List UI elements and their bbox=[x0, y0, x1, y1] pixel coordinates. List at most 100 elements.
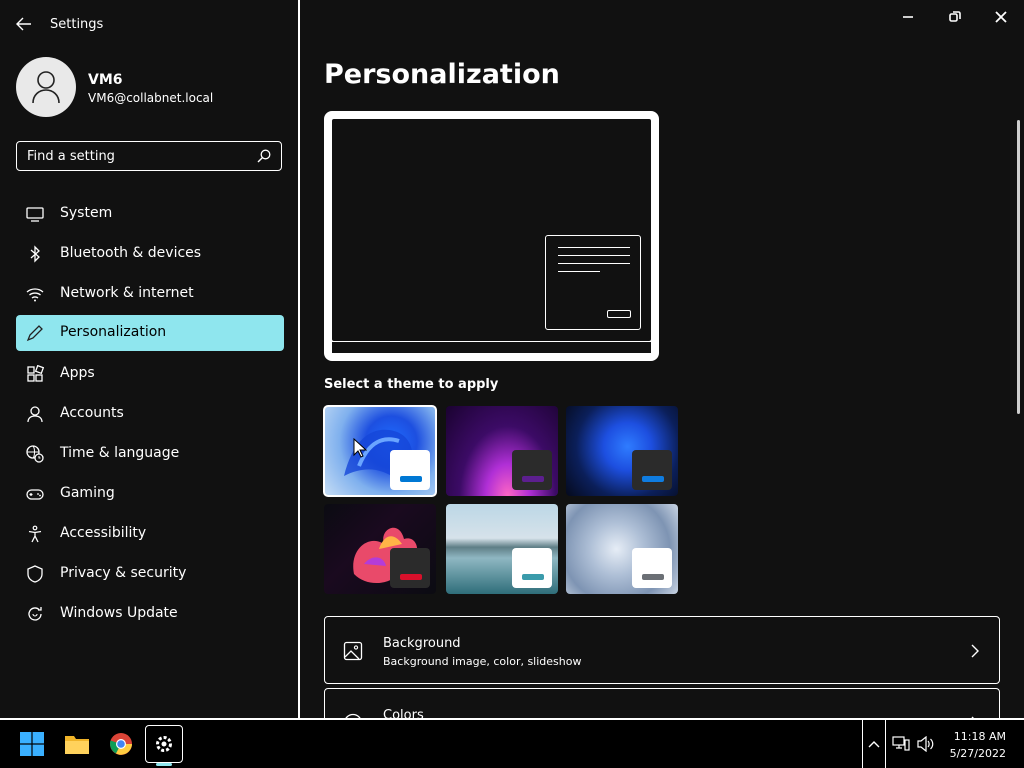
tray-divider bbox=[862, 720, 863, 768]
sidebar-item-label: Windows Update bbox=[60, 605, 178, 621]
theme-flow[interactable] bbox=[566, 504, 678, 594]
search-icon bbox=[257, 149, 271, 163]
page-title: Personalization bbox=[324, 59, 560, 90]
theme-chip bbox=[390, 548, 430, 588]
sidebar-item-gaming[interactable]: Gaming bbox=[16, 476, 284, 512]
tray-divider bbox=[885, 720, 886, 768]
theme-captured-motion[interactable] bbox=[324, 504, 436, 594]
sidebar-item-privacy-security[interactable]: Privacy & security bbox=[16, 556, 284, 592]
volume-icon bbox=[917, 736, 934, 752]
app-title: Settings bbox=[50, 17, 104, 32]
preview-button bbox=[607, 310, 631, 318]
theme-windows-dark[interactable] bbox=[566, 406, 678, 496]
theme-chip bbox=[512, 450, 552, 490]
mouse-cursor-icon bbox=[353, 438, 367, 458]
start-icon bbox=[20, 732, 44, 756]
preview-desktop bbox=[332, 119, 651, 341]
bluetooth-icon bbox=[30, 245, 40, 263]
user-email: VM6@collabnet.local bbox=[88, 91, 214, 105]
settings-button[interactable] bbox=[148, 728, 180, 760]
sidebar-item-label: Bluetooth & devices bbox=[60, 245, 202, 261]
sidebar-item-personalization[interactable]: Personalization bbox=[16, 315, 284, 351]
sidebar-item-apps[interactable]: Apps bbox=[16, 356, 284, 392]
chevron-right-icon bbox=[971, 644, 979, 658]
close-button[interactable] bbox=[979, 4, 1023, 30]
arrow-left-icon bbox=[16, 17, 31, 31]
show-hidden-icons-button[interactable] bbox=[864, 728, 884, 760]
wifi-icon bbox=[26, 288, 44, 302]
minimize-button[interactable] bbox=[886, 4, 930, 30]
sidebar-item-accessibility[interactable]: Accessibility bbox=[16, 516, 284, 552]
accent-swatch bbox=[522, 574, 544, 580]
avatar[interactable] bbox=[16, 57, 76, 117]
search-box[interactable] bbox=[16, 141, 282, 171]
scrollbar[interactable] bbox=[1017, 120, 1020, 414]
network-status-button[interactable] bbox=[890, 728, 912, 760]
chrome-button[interactable] bbox=[105, 728, 137, 760]
apps-icon bbox=[27, 365, 44, 382]
file-explorer-button[interactable] bbox=[61, 728, 93, 760]
sidebar-item-label: Time & language bbox=[60, 445, 180, 461]
preview-line bbox=[558, 271, 600, 272]
theme-chip bbox=[390, 450, 430, 490]
theme-windows-glow[interactable] bbox=[446, 406, 558, 496]
user-icon bbox=[32, 71, 60, 104]
chrome-icon bbox=[110, 733, 132, 755]
preview-line bbox=[558, 263, 630, 264]
user-name: VM6 bbox=[88, 72, 123, 88]
sidebar-item-accounts[interactable]: Accounts bbox=[16, 396, 284, 432]
sidebar-item-label: Personalization bbox=[60, 324, 167, 340]
restore-icon bbox=[949, 11, 961, 22]
active-app-indicator bbox=[156, 763, 172, 766]
monitor-icon bbox=[26, 207, 44, 222]
accent-swatch bbox=[642, 476, 664, 482]
sidebar-item-network[interactable]: Network & internet bbox=[16, 276, 284, 312]
preview-taskbar bbox=[332, 342, 651, 353]
colors-card[interactable]: Colors bbox=[324, 688, 1000, 718]
sidebar-item-label: Accounts bbox=[60, 405, 124, 421]
preview-line bbox=[558, 247, 630, 248]
search-input[interactable] bbox=[27, 146, 247, 166]
clock-time[interactable]: 11:18 AM bbox=[954, 730, 1006, 743]
theme-sunrise[interactable] bbox=[446, 504, 558, 594]
gamepad-icon bbox=[26, 489, 44, 500]
image-icon bbox=[343, 641, 363, 661]
sidebar-item-label: Apps bbox=[60, 365, 95, 381]
theme-windows-light[interactable] bbox=[323, 405, 437, 497]
sidebar-item-windows-update[interactable]: Windows Update bbox=[16, 596, 284, 632]
volume-button[interactable] bbox=[915, 728, 937, 760]
accent-swatch bbox=[400, 574, 422, 580]
start-button[interactable] bbox=[16, 728, 48, 760]
card-subtitle: Background image, color, slideshow bbox=[383, 655, 582, 668]
chevron-up-icon bbox=[868, 741, 880, 748]
minimize-icon bbox=[903, 16, 913, 18]
sidebar-item-bluetooth[interactable]: Bluetooth & devices bbox=[16, 236, 284, 272]
accessibility-icon bbox=[28, 525, 42, 543]
pen-icon bbox=[26, 325, 43, 342]
sidebar-item-label: Gaming bbox=[60, 485, 115, 501]
clock-date[interactable]: 5/27/2022 bbox=[950, 747, 1006, 760]
back-button[interactable] bbox=[10, 12, 38, 36]
card-title: Colors bbox=[383, 708, 424, 718]
sidebar-item-label: Privacy & security bbox=[60, 565, 187, 581]
theme-chip bbox=[632, 450, 672, 490]
globe-clock-icon bbox=[26, 445, 44, 463]
background-card[interactable]: Background Background image, color, slid… bbox=[324, 616, 1000, 684]
preview-line bbox=[558, 255, 630, 256]
taskbar: 11:18 AM 5/27/2022 bbox=[0, 718, 1024, 768]
settings-icon bbox=[156, 736, 172, 752]
restore-button[interactable] bbox=[933, 4, 977, 30]
theme-chip bbox=[512, 548, 552, 588]
close-icon bbox=[995, 11, 1007, 23]
sidebar-item-label: Network & internet bbox=[60, 285, 194, 301]
sidebar-item-system[interactable]: System bbox=[16, 196, 284, 232]
accent-swatch bbox=[522, 476, 544, 482]
sidebar-item-time-language[interactable]: Time & language bbox=[16, 436, 284, 472]
main-content: Personalization Select a theme to apply bbox=[300, 0, 1024, 718]
theme-chip bbox=[632, 548, 672, 588]
preview-window bbox=[545, 235, 641, 330]
shield-icon bbox=[27, 565, 43, 583]
network-icon bbox=[892, 736, 910, 751]
card-title: Background bbox=[383, 636, 461, 651]
theme-preview bbox=[324, 111, 659, 361]
